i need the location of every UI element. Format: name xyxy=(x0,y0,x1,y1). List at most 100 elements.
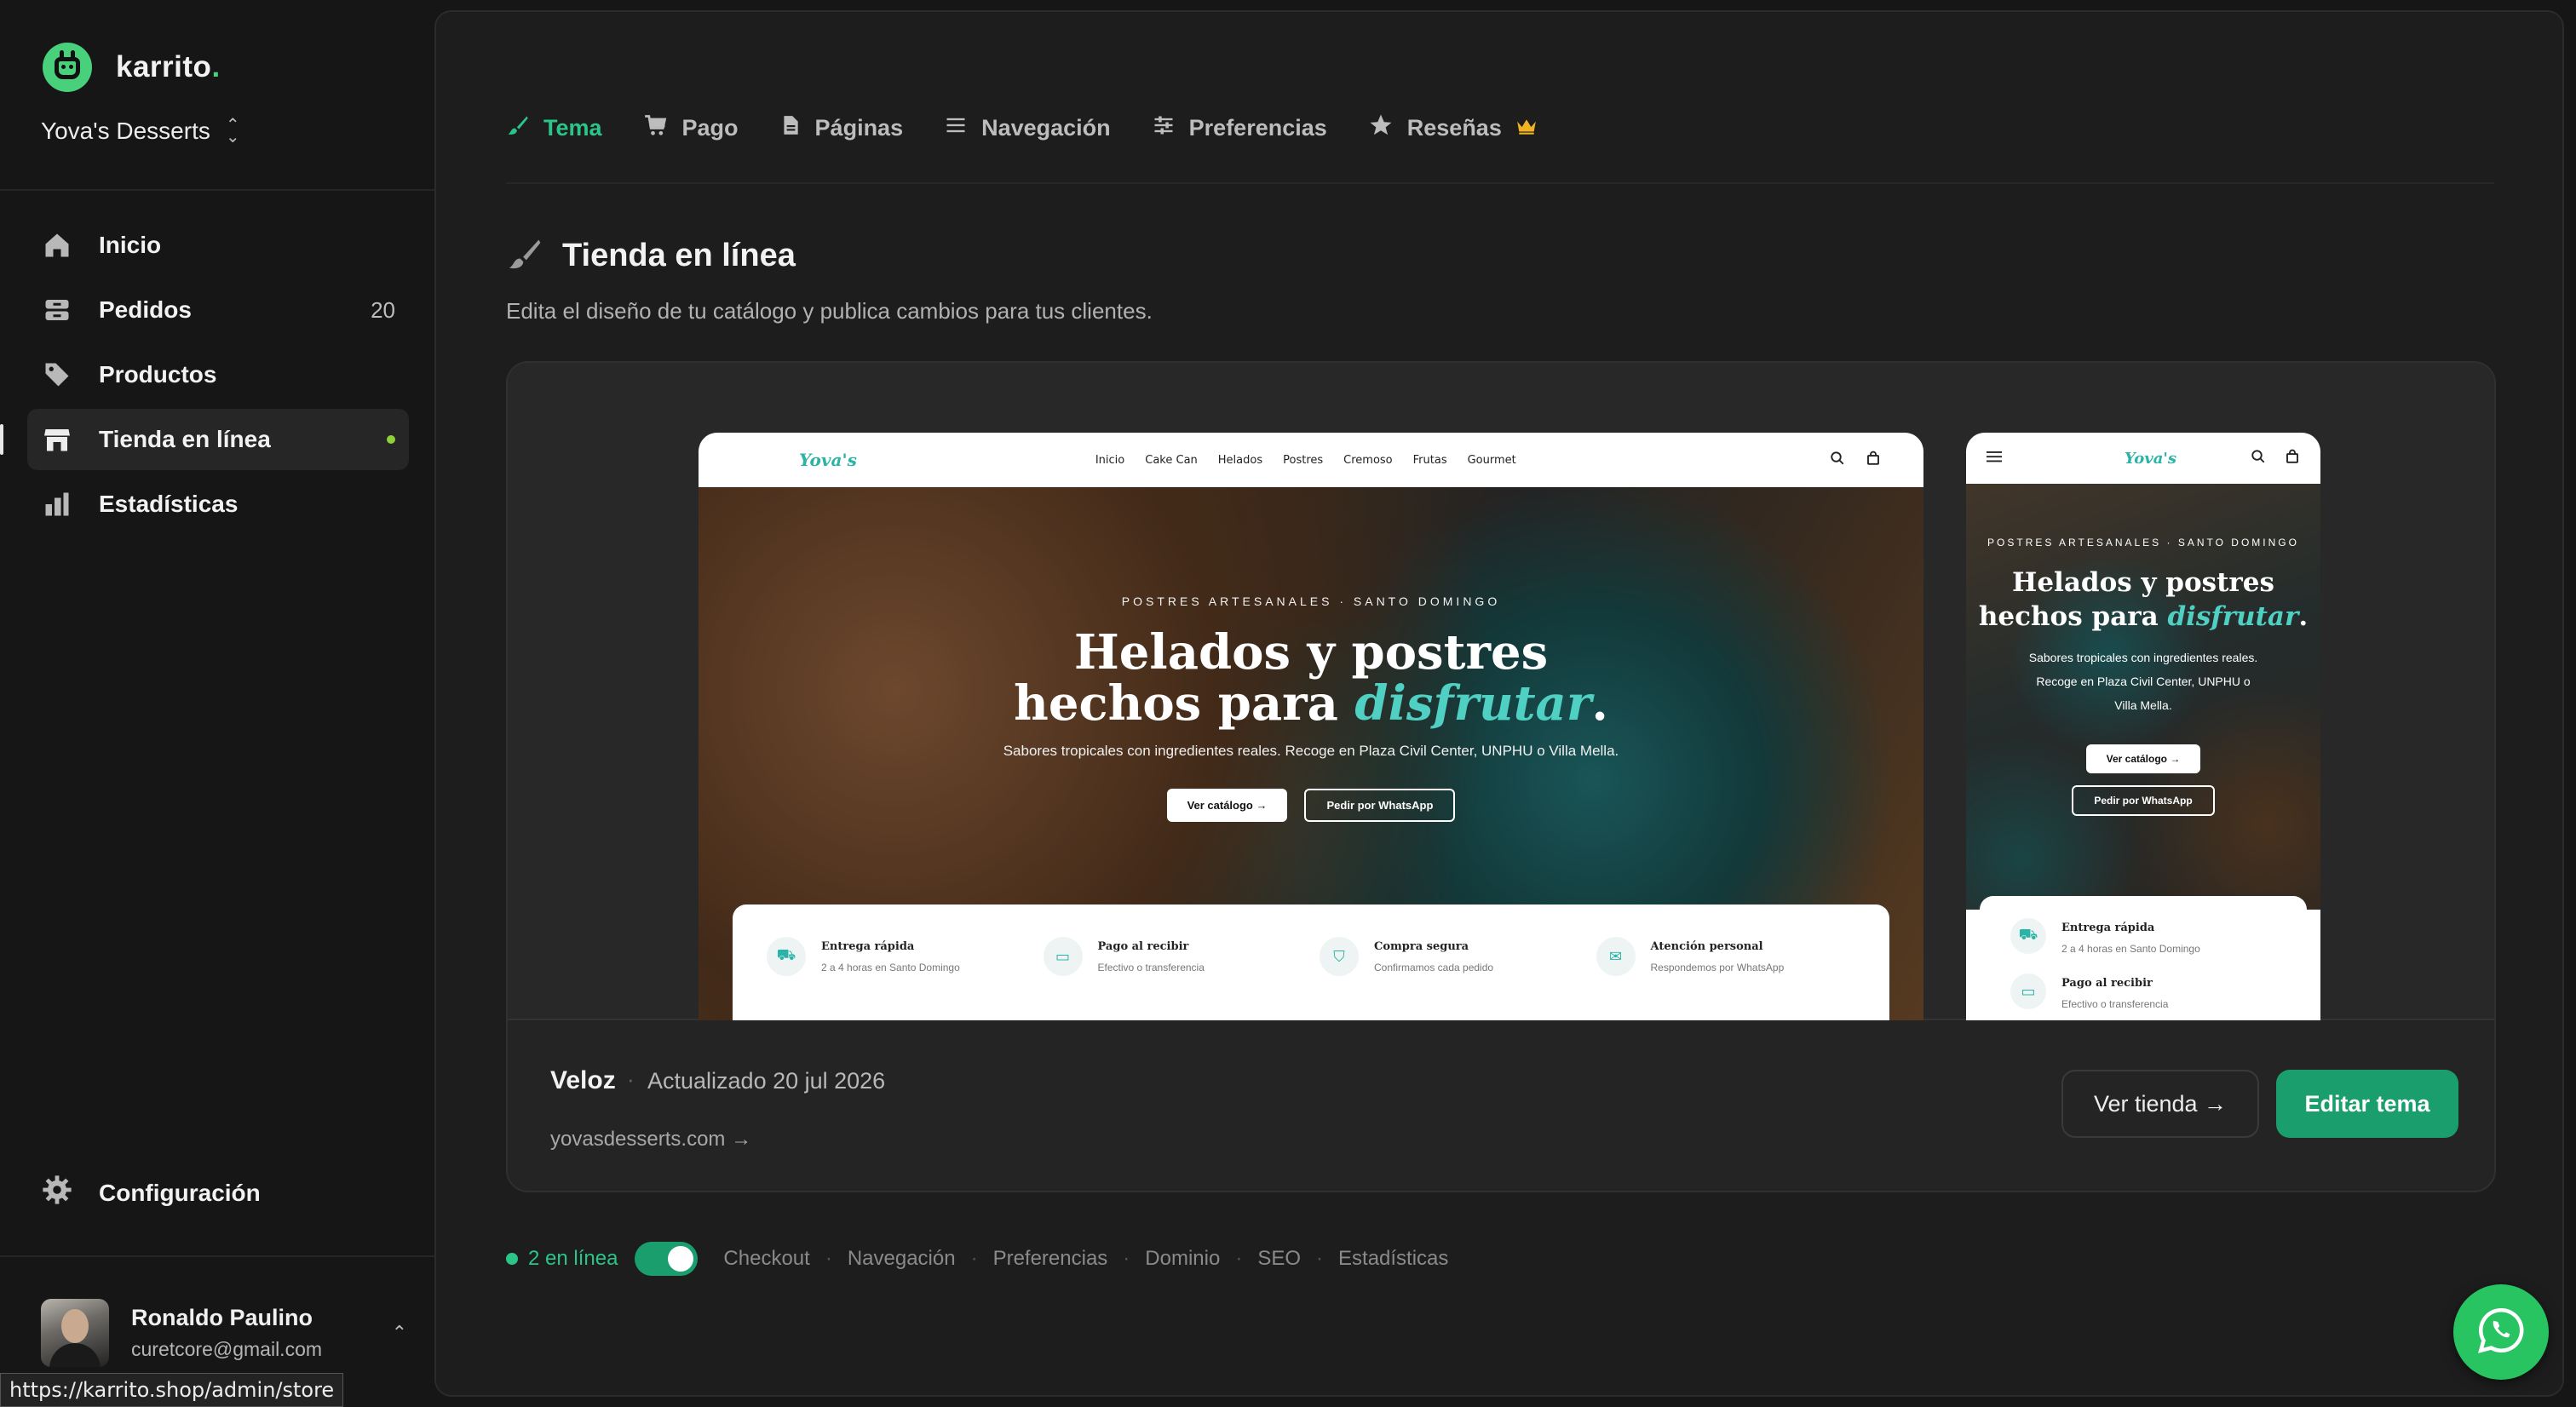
main-panel: Tema Pago Páginas Navegación Preferencia… xyxy=(434,10,2564,1397)
quick-link-preferencias[interactable]: Preferencias xyxy=(993,1247,1108,1271)
user-email: curetcore@gmail.com xyxy=(131,1338,323,1360)
brand-name: karrito. xyxy=(116,50,221,83)
quick-link-checkout[interactable]: Checkout xyxy=(723,1247,809,1271)
theme-card: Yova's Inicio Cake Can Helados Postres C… xyxy=(506,361,2496,1192)
karrito-logo-icon xyxy=(43,43,92,92)
hero-description: Sabores tropicales con ingredientes real… xyxy=(2028,651,2258,712)
hero-eyebrow: POSTRES ARTESANALES · SANTO DOMINGO xyxy=(1987,537,2299,548)
document-icon xyxy=(779,113,802,143)
view-store-button[interactable]: Ver tienda → xyxy=(2061,1070,2259,1138)
tab-tema[interactable]: Tema xyxy=(506,112,602,144)
whatsapp-chat-button[interactable] xyxy=(2453,1284,2549,1380)
online-status-dot xyxy=(387,435,395,444)
tab-label: Páginas xyxy=(814,115,904,141)
page-title: Tienda en línea xyxy=(562,238,796,273)
sliders-icon xyxy=(1152,113,1176,143)
online-count: 2 en línea xyxy=(528,1247,618,1270)
feature-item: ⛟ Entrega rápida 2 a 4 horas en Santo Dom… xyxy=(2010,918,2307,955)
mobile-navbar: Yova's xyxy=(1966,433,2320,484)
tabs-divider xyxy=(506,182,2494,184)
quick-link-dominio[interactable]: Dominio xyxy=(1145,1247,1220,1271)
quick-links-bar: 2 en línea Checkout · Navegación · Prefe… xyxy=(506,1242,1448,1276)
tab-pago[interactable]: Pago xyxy=(643,112,739,144)
mobile-hero-image: POSTRES ARTESANALES · SANTO DOMINGO Hela… xyxy=(1966,484,2320,910)
quick-link-navegacion[interactable]: Navegación xyxy=(848,1247,956,1271)
mobile-hero-text: POSTRES ARTESANALES · SANTO DOMINGO Hela… xyxy=(1966,537,2320,816)
feature-item: ▭ Pago al recibir Efectivo o transferenci… xyxy=(1043,937,1320,1020)
truck-icon: ⛟ xyxy=(767,937,806,976)
card-icon: ▭ xyxy=(2010,973,2046,1009)
desktop-preview: Yova's Inicio Cake Can Helados Postres C… xyxy=(699,433,1923,1020)
preview-nav-links: Inicio Cake Can Helados Postres Cremoso … xyxy=(1095,454,1516,467)
mobile-preview: Yova's POSTRES ARTESANALES · SANTO DOMIN… xyxy=(1966,433,2320,1020)
sidebar-divider xyxy=(0,1255,434,1257)
sidebar: karrito. Yova's Desserts ⌃ ⌄ Inicio Pedid… xyxy=(0,0,434,1407)
sidebar-item-label: Tienda en línea xyxy=(99,426,271,452)
orders-count: 20 xyxy=(371,296,395,323)
hero-description: Sabores tropicales con ingredientes real… xyxy=(1003,743,1619,759)
sidebar-nav: Inicio Pedidos 20 Productos Tienda en lí… xyxy=(0,215,409,538)
cart-icon xyxy=(643,113,669,143)
preview-nav-icons xyxy=(1830,451,1881,470)
gear-icon xyxy=(41,1174,73,1212)
status-url-tooltip: https://karrito.shop/admin/store xyxy=(0,1373,344,1407)
settings-tabs: Tema Pago Páginas Navegación Preferencia… xyxy=(506,112,1538,144)
store-online-toggle[interactable] xyxy=(635,1242,699,1276)
active-indicator xyxy=(0,424,3,455)
preview-features: ⛟ Entrega rápida 2 a 4 horas en Santo Dom… xyxy=(733,904,1889,1020)
brand[interactable]: karrito. xyxy=(43,43,221,92)
theme-name: Veloz xyxy=(550,1066,616,1094)
sidebar-item-configuracion[interactable]: Configuración xyxy=(41,1174,261,1212)
tab-label: Preferencias xyxy=(1188,115,1327,141)
edit-theme-button[interactable]: Editar tema xyxy=(2276,1070,2458,1138)
separator: · xyxy=(970,1247,978,1270)
brush-icon xyxy=(506,113,530,143)
user-menu[interactable]: Ronaldo Paulino curetcore@gmail.com ⌃ xyxy=(41,1299,407,1367)
hero-buttons: Ver catálogo → Pedir por WhatsApp xyxy=(1966,744,2320,816)
hero-buttons: Ver catálogo → Pedir por WhatsApp xyxy=(699,789,1923,822)
settings-label: Configuración xyxy=(99,1179,261,1206)
chat-icon: ✉ xyxy=(1596,937,1636,976)
quick-link-seo[interactable]: SEO xyxy=(1257,1247,1301,1271)
quick-link-estadisticas[interactable]: Estadísticas xyxy=(1338,1247,1448,1271)
avatar xyxy=(41,1299,109,1367)
sidebar-item-tienda[interactable]: Tienda en línea xyxy=(0,409,409,470)
sidebar-item-estadisticas[interactable]: Estadísticas xyxy=(27,474,409,535)
tab-resenas[interactable]: Reseñas xyxy=(1368,112,1538,144)
store-switcher[interactable]: Yova's Desserts ⌃ ⌄ xyxy=(41,116,240,146)
sidebar-item-productos[interactable]: Productos xyxy=(27,344,409,405)
separator: · xyxy=(1316,1247,1324,1270)
mobile-features: ⛟ Entrega rápida 2 a 4 horas en Santo Dom… xyxy=(1980,896,2307,1020)
search-icon xyxy=(1830,451,1845,470)
search-icon xyxy=(2251,449,2266,468)
sidebar-item-pedidos[interactable]: Pedidos 20 xyxy=(27,279,409,341)
tab-paginas[interactable]: Páginas xyxy=(779,112,904,144)
shield-icon: ⛉ xyxy=(1320,937,1359,976)
separator: · xyxy=(825,1247,832,1270)
hero-title: Helados y postres hechos para disfrutar. xyxy=(1978,567,2309,632)
hero-eyebrow: POSTRES ARTESANALES · SANTO DOMINGO xyxy=(1121,594,1501,608)
theme-updated-date: Actualizado 20 jul 2026 xyxy=(647,1068,886,1094)
tab-label: Navegación xyxy=(981,115,1111,141)
feature-item: ⛉ Compra segura Confirmamos cada pedido xyxy=(1320,937,1596,1020)
feature-item: ✉ Atención personal Respondemos por Whats… xyxy=(1596,937,1873,1020)
preview-logo: Yova's xyxy=(2125,449,2177,468)
store-name: Yova's Desserts xyxy=(41,118,210,144)
store-url-link[interactable]: yovasdesserts.com → xyxy=(550,1128,751,1151)
tab-preferencias[interactable]: Preferencias xyxy=(1152,112,1327,144)
preview-catalog-button: Ver catálogo → xyxy=(2085,744,2201,773)
truck-icon: ⛟ xyxy=(2010,918,2046,954)
hero-title: Helados y postres hechos para disfrutar. xyxy=(1014,624,1608,732)
tab-navegacion[interactable]: Navegación xyxy=(944,112,1111,144)
separator: · xyxy=(627,1066,635,1092)
preview-nav-link: Cremoso xyxy=(1343,453,1393,467)
brush-icon xyxy=(506,235,543,277)
separator: · xyxy=(1123,1247,1130,1270)
preview-nav-link: Gourmet xyxy=(1467,453,1516,467)
sidebar-divider xyxy=(0,189,434,191)
user-name: Ronaldo Paulino xyxy=(131,1305,313,1330)
sidebar-item-inicio[interactable]: Inicio xyxy=(27,215,409,276)
chevron-updown-icon: ⌃ ⌄ xyxy=(225,116,240,146)
preview-nav-link: Cake Can xyxy=(1145,453,1198,467)
theme-preview[interactable]: Yova's Inicio Cake Can Helados Postres C… xyxy=(508,363,2494,1020)
